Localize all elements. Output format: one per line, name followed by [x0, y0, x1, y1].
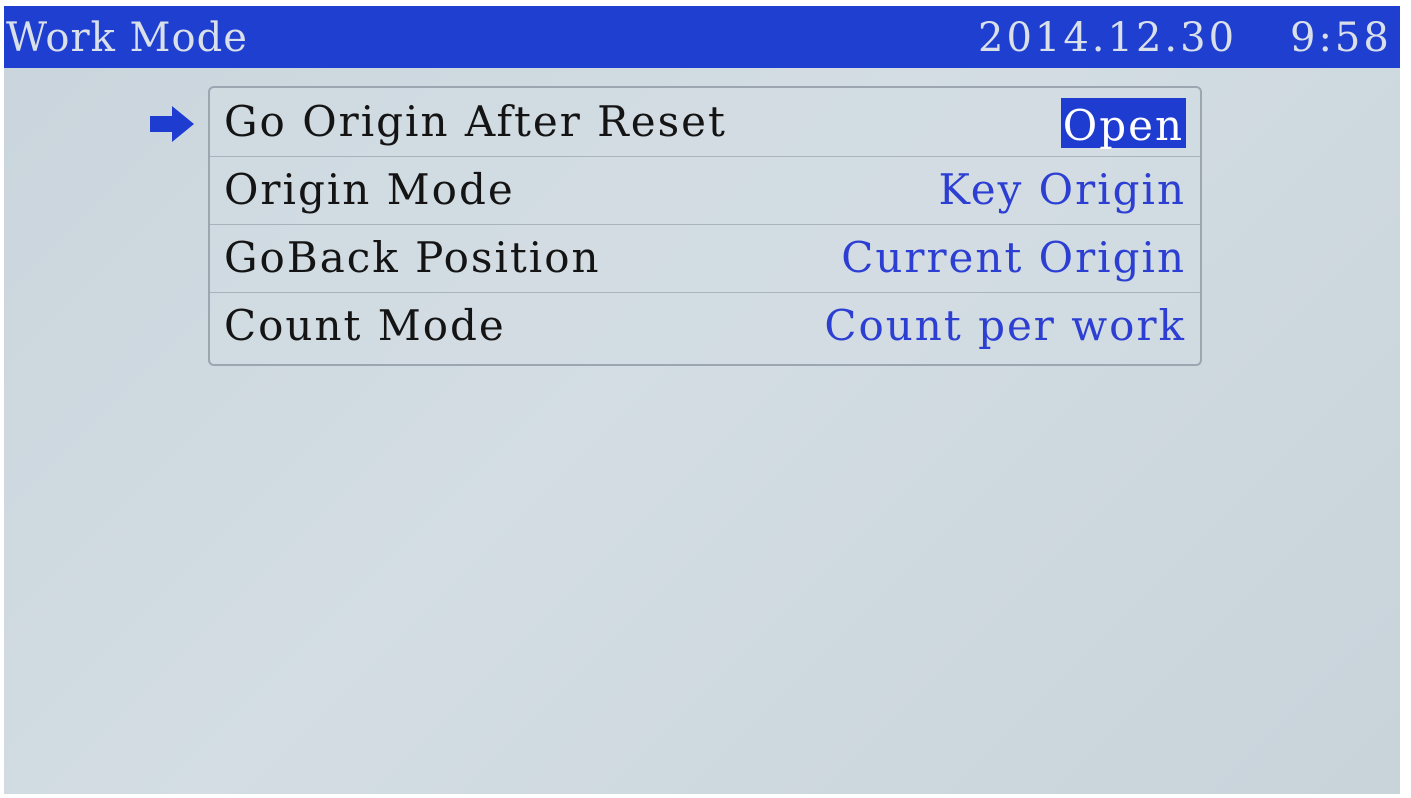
arrow-right-icon: [150, 106, 194, 142]
date-display: 2014.12.30: [978, 15, 1238, 61]
menu-item-value[interactable]: Current Origin: [841, 230, 1186, 286]
settings-menu: Go Origin After Reset Open Origin Mode K…: [208, 86, 1202, 366]
menu-item-label: GoBack Position: [224, 233, 601, 282]
lcd-screen: Work Mode 2014.12.30 9:58 Go Origin Afte…: [4, 6, 1400, 794]
menu-item-label: Count Mode: [224, 301, 506, 350]
menu-item-label: Go Origin After Reset: [224, 97, 727, 146]
time-display: 9:58: [1290, 15, 1392, 61]
menu-item-value[interactable]: Count per work: [824, 298, 1186, 354]
menu-item-origin-mode[interactable]: Origin Mode Key Origin: [210, 156, 1200, 225]
screen-title: Work Mode: [6, 15, 248, 61]
menu-item-goback-position[interactable]: GoBack Position Current Origin: [210, 224, 1200, 293]
menu-item-label: Origin Mode: [224, 165, 515, 214]
menu-item-go-origin-after-reset[interactable]: Go Origin After Reset Open: [210, 88, 1200, 157]
menu-item-value[interactable]: Open: [1060, 98, 1186, 150]
title-bar: Work Mode 2014.12.30 9:58: [4, 6, 1400, 68]
menu-item-count-mode[interactable]: Count Mode Count per work: [210, 292, 1200, 360]
menu-item-value[interactable]: Key Origin: [939, 162, 1187, 218]
